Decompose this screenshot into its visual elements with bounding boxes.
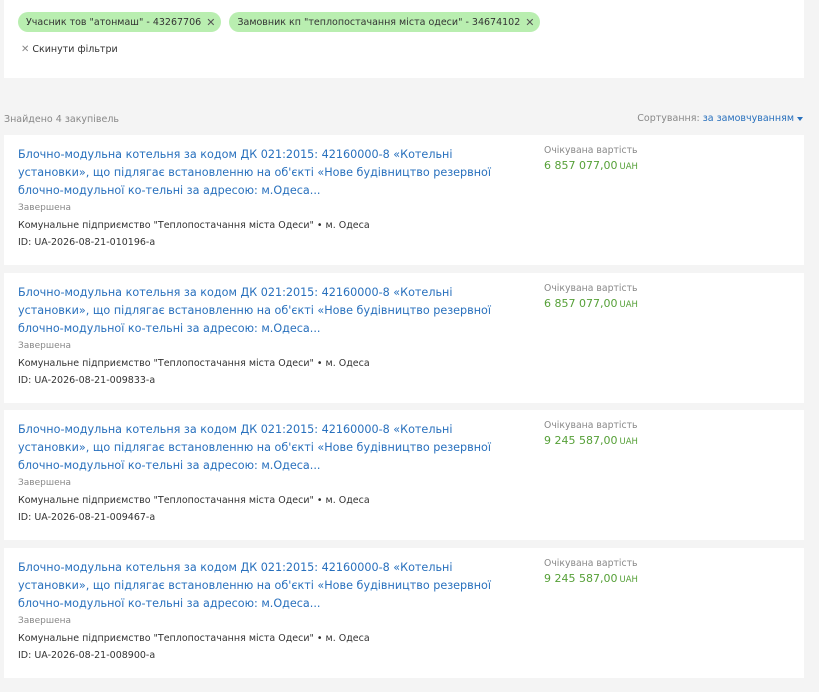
tender-card: Блочно-модульна котельня за кодом ДК 021… (4, 548, 804, 678)
currency: UAH (619, 575, 638, 585)
filter-chips: Учасник тов "атонмаш" - 43267706 ✕ Замов… (18, 12, 541, 32)
currency: UAH (619, 300, 638, 310)
expected-value: 6 857 077,00 UAH (544, 159, 638, 172)
tender-card: Блочно-модульна котельня за кодом ДК 021… (4, 410, 804, 540)
close-icon: ✕ (21, 44, 30, 55)
tender-organization: Комунальне підприємство "Теплопостачання… (18, 220, 370, 231)
expected-value: 9 245 587,00 UAH (544, 572, 638, 585)
filter-chip-label: Замовник кп "теплопостачання міста одеси… (237, 16, 521, 28)
close-icon[interactable]: ✕ (525, 17, 534, 28)
tender-id: ID: UA-2026-08-21-009833-a (18, 375, 156, 386)
sort-control: Сортування: за замовчуванням (637, 113, 803, 124)
results-count: Знайдено 4 закупівель (4, 114, 120, 125)
expected-value-amount: 6 857 077,00 (544, 159, 618, 172)
filter-chip-participant[interactable]: Учасник тов "атонмаш" - 43267706 ✕ (18, 12, 222, 32)
close-icon[interactable]: ✕ (206, 17, 215, 28)
filter-chip-label: Учасник тов "атонмаш" - 43267706 (26, 16, 202, 28)
expected-value: 9 245 587,00 UAH (544, 434, 638, 447)
expected-value-amount: 9 245 587,00 (544, 434, 618, 447)
expected-value-label: Очікувана вартість (544, 283, 638, 294)
tender-id: ID: UA-2026-08-21-008900-a (18, 650, 156, 661)
tender-id: ID: UA-2026-08-21-010196-a (18, 237, 156, 248)
tender-organization: Комунальне підприємство "Теплопостачання… (18, 358, 370, 369)
reset-filters-button[interactable]: ✕ Скинути фільтри (21, 44, 118, 55)
currency: UAH (619, 437, 638, 447)
tender-title-link[interactable]: Блочно-модульна котельня за кодом ДК 021… (18, 559, 508, 613)
tender-card: Блочно-модульна котельня за кодом ДК 021… (4, 135, 804, 265)
tender-status: Завершена (18, 341, 72, 351)
currency: UAH (619, 162, 638, 172)
sort-dropdown[interactable]: за замовчуванням (703, 113, 794, 124)
tender-status: Завершена (18, 478, 72, 488)
tender-title-link[interactable]: Блочно-модульна котельня за кодом ДК 021… (18, 421, 508, 475)
reset-filters-label: Скинути фільтри (32, 44, 118, 55)
sort-label: Сортування: (637, 113, 700, 124)
tender-status: Завершена (18, 616, 72, 626)
tender-organization: Комунальне підприємство "Теплопостачання… (18, 495, 370, 506)
tender-title-link[interactable]: Блочно-модульна котельня за кодом ДК 021… (18, 146, 508, 200)
tender-card: Блочно-модульна котельня за кодом ДК 021… (4, 273, 804, 403)
expected-value-label: Очікувана вартість (544, 145, 638, 156)
tender-status: Завершена (18, 203, 72, 213)
chevron-down-icon[interactable] (797, 116, 803, 121)
expected-value-amount: 6 857 077,00 (544, 297, 618, 310)
filter-chip-customer[interactable]: Замовник кп "теплопостачання міста одеси… (229, 12, 541, 32)
tender-id: ID: UA-2026-08-21-009467-a (18, 512, 156, 523)
expected-value-amount: 9 245 587,00 (544, 572, 618, 585)
expected-value-label: Очікувана вартість (544, 558, 638, 569)
expected-value: 6 857 077,00 UAH (544, 297, 638, 310)
filters-panel: Учасник тов "атонмаш" - 43267706 ✕ Замов… (4, 0, 804, 78)
tender-organization: Комунальне підприємство "Теплопостачання… (18, 633, 370, 644)
tender-title-link[interactable]: Блочно-модульна котельня за кодом ДК 021… (18, 284, 508, 338)
expected-value-label: Очікувана вартість (544, 420, 638, 431)
